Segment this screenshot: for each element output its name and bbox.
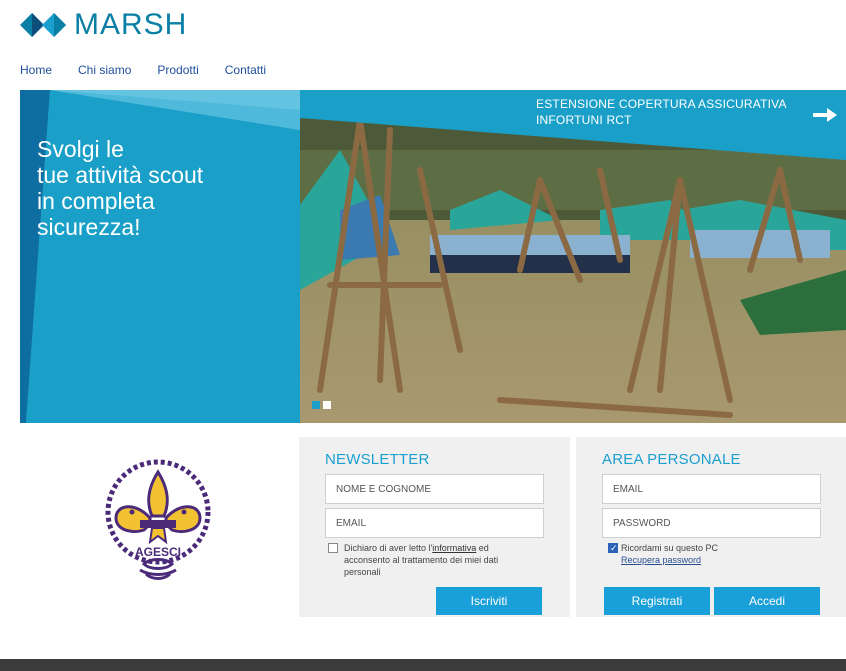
brand-name: MARSH [74, 8, 188, 41]
main-nav: Home Chi siamo Prodotti Contatti [20, 62, 292, 78]
banner-line-1: ESTENSIONE COPERTURA ASSICURATIVA [536, 97, 787, 111]
remember-me-row: Ricordami su questo PC Recupera password [605, 542, 805, 570]
remember-me-checkbox[interactable] [608, 542, 618, 554]
informativa-link[interactable]: informativa [432, 543, 476, 553]
headline-line-3: in completa [37, 188, 155, 214]
consent-prefix: Dichiaro di aver letto l' [344, 543, 433, 553]
hero-headline: Svolgi le tue attività scout in completa… [37, 136, 277, 240]
headline-line-1: Svolgi le [37, 136, 124, 162]
agesci-emblem-icon: AGESCI [105, 459, 211, 580]
nav-contatti[interactable]: Contatti [225, 62, 266, 78]
carousel-dot-2[interactable] [323, 401, 331, 409]
remember-me-text: Ricordami su questo PC [621, 543, 719, 553]
newsletter-consent: Dichiaro di aver letto l'informativa ed … [328, 542, 558, 582]
register-button[interactable]: Registrati [604, 587, 710, 615]
consent-suffix: ed [476, 543, 489, 553]
agesci-label: AGESCI [135, 545, 181, 559]
footer-bar [0, 659, 846, 671]
consent-line-3: personali [344, 567, 381, 577]
area-personale-title: AREA PERSONALE [602, 451, 741, 468]
area-personale-panel: AREA PERSONALE Ricordami su questo PC Re… [576, 437, 846, 617]
marsh-logo[interactable]: MARSH [20, 8, 187, 42]
consent-checkbox[interactable] [328, 543, 338, 553]
consent-label: Dichiaro di aver letto l'informativa ed … [344, 542, 498, 578]
nav-prodotti[interactable]: Prodotti [157, 62, 198, 78]
recover-password-link[interactable]: Recupera password [621, 555, 701, 565]
newsletter-name-field[interactable] [325, 474, 544, 504]
newsletter-panel: NEWSLETTER Dichiaro di aver letto l'info… [299, 437, 570, 617]
headline-line-2: tue attività scout [37, 162, 204, 188]
arrow-right-icon[interactable] [813, 108, 837, 122]
login-password-field[interactable] [602, 508, 821, 538]
agesci-logo: AGESCI [100, 458, 216, 586]
subscribe-button[interactable]: Iscriviti [436, 587, 542, 615]
login-button[interactable]: Accedi [714, 587, 820, 615]
carousel-dot-1[interactable] [312, 401, 320, 409]
login-email-field[interactable] [602, 474, 821, 504]
hero-banner-text[interactable]: ESTENSIONE COPERTURA ASSICURATIVA INFORT… [536, 96, 816, 128]
nav-home[interactable]: Home [20, 62, 52, 78]
carousel-dots [312, 401, 331, 409]
newsletter-email-field[interactable] [325, 508, 544, 538]
headline-line-4: sicurezza! [37, 214, 141, 240]
remember-me-label: Ricordami su questo PC Recupera password [621, 542, 718, 566]
newsletter-title: NEWSLETTER [325, 451, 430, 468]
banner-line-2: INFORTUNI RCT [536, 113, 632, 127]
marsh-logo-icon [20, 13, 66, 37]
consent-line-2: acconsento al trattamento dei miei dati [344, 555, 499, 565]
nav-chi-siamo[interactable]: Chi siamo [78, 62, 131, 78]
